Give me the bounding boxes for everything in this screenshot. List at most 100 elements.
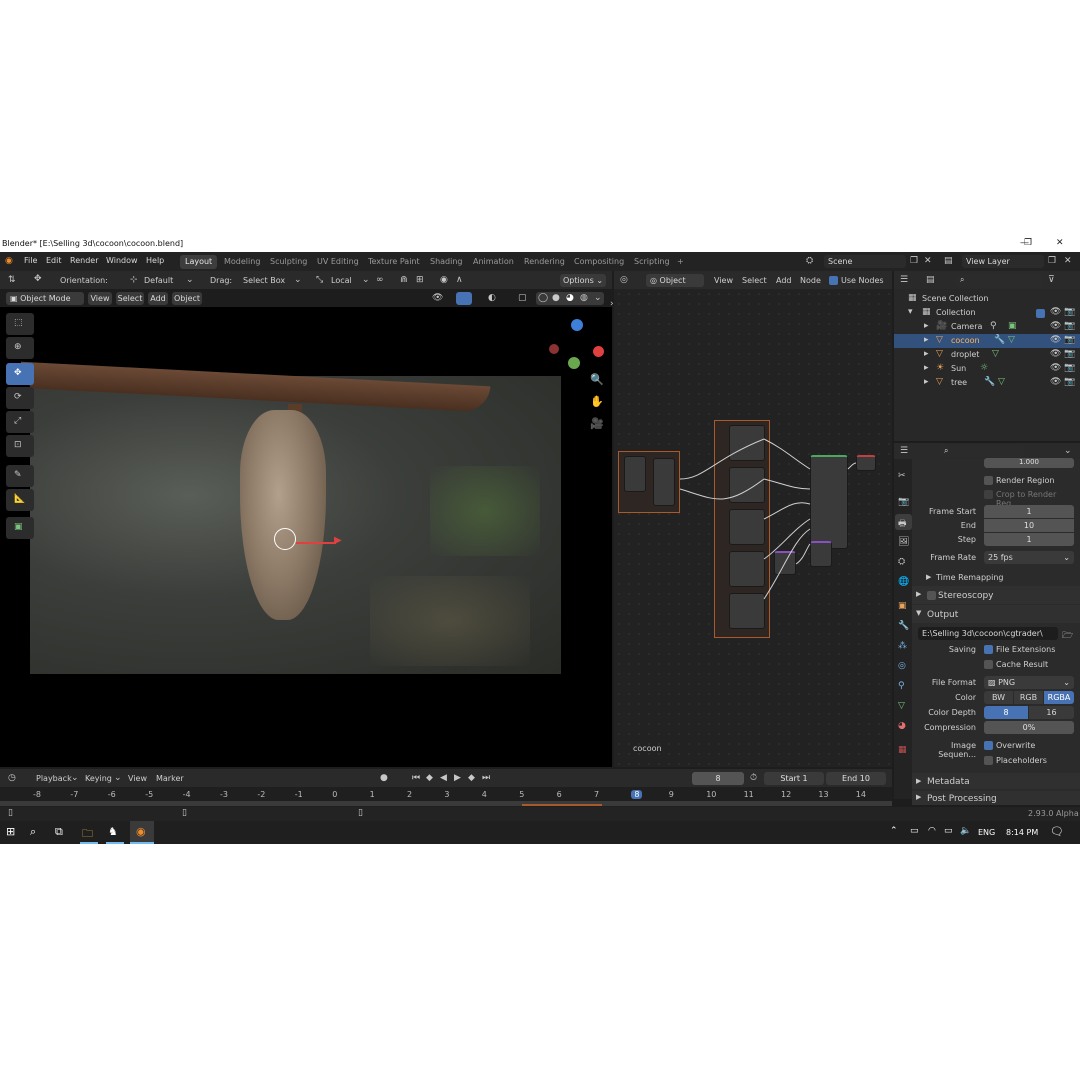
language-indicator[interactable]: ENG bbox=[978, 828, 995, 837]
scene-tab-icon[interactable]: ⛭ bbox=[898, 557, 905, 567]
frame-rate-dropdown[interactable]: 25 fps ⌄ bbox=[984, 551, 1074, 564]
tab-shading[interactable]: Shading bbox=[425, 255, 468, 269]
current-frame-indicator[interactable]: 8 bbox=[631, 790, 643, 799]
hand-icon[interactable]: ✋ bbox=[590, 395, 604, 408]
xray-icon[interactable]: ▢ bbox=[518, 293, 527, 303]
snap-target-icon[interactable]: ⊞ bbox=[416, 275, 424, 285]
menu-edit[interactable]: Edit bbox=[46, 256, 62, 265]
constraints-tab-icon[interactable]: ⚲ bbox=[898, 681, 905, 691]
tab-modeling[interactable]: Modeling bbox=[219, 255, 265, 269]
render-region-checkbox[interactable] bbox=[984, 476, 993, 485]
current-frame-field[interactable]: 8 bbox=[692, 772, 744, 785]
pivot-dropdown[interactable]: Local bbox=[331, 276, 352, 285]
mode-dropdown[interactable]: ▣ Object Mode bbox=[6, 292, 84, 305]
tab-animation[interactable]: Animation bbox=[468, 255, 519, 269]
close-button[interactable]: ✕ bbox=[1056, 238, 1064, 248]
menu-select[interactable]: Select bbox=[116, 292, 144, 305]
compression-slider[interactable]: 0% bbox=[984, 721, 1074, 734]
rendered-shading-icon[interactable]: ◍ bbox=[580, 293, 588, 303]
remove-view-layer-icon[interactable]: ✕ bbox=[1064, 256, 1072, 266]
eye-icon[interactable]: 👁 bbox=[1050, 349, 1061, 359]
properties-search-input[interactable]: ⌕ bbox=[940, 445, 1024, 457]
cursor-tool[interactable]: ⊕ bbox=[6, 337, 34, 359]
frame-end-field[interactable]: 10 bbox=[984, 519, 1074, 532]
app-icon[interactable]: ♞ bbox=[108, 825, 118, 838]
tab-sculpting[interactable]: Sculpting bbox=[265, 255, 312, 269]
stereoscopy-checkbox[interactable] bbox=[927, 591, 936, 600]
menu-render[interactable]: Render bbox=[70, 256, 98, 265]
menu-add[interactable]: Add bbox=[148, 292, 168, 305]
properties-editor-icon[interactable]: ☰ bbox=[900, 446, 908, 456]
collection-row[interactable]: ▾ ▦ Collection 👁 📷 bbox=[894, 306, 1080, 320]
node-menu-view[interactable]: View bbox=[714, 276, 733, 285]
blender-taskbar-button[interactable]: ◉ bbox=[130, 821, 154, 844]
menu-playback[interactable]: Playback bbox=[36, 774, 72, 783]
color-bw-button[interactable]: BW bbox=[984, 691, 1013, 704]
eye-icon[interactable]: 👁 bbox=[1050, 307, 1061, 317]
clock[interactable]: 8:14 PM bbox=[1006, 828, 1038, 837]
magnet-icon[interactable]: ⋒ bbox=[400, 275, 408, 285]
output-path-input[interactable]: E:\Selling 3d\cocoon\cgtrader\ bbox=[918, 627, 1058, 640]
viewport-3d[interactable]: ▶ ⬚ ⊕ ✥ ⟳ ⤢ ⊡ ✎ 📐 ▣ 🔍 ✋ 🎥 bbox=[0, 307, 612, 767]
snap-icon[interactable]: ∞ bbox=[376, 275, 384, 285]
remove-scene-icon[interactable]: ✕ bbox=[924, 256, 932, 266]
eye-icon[interactable]: 👁 bbox=[1050, 377, 1061, 387]
color-rgba-button[interactable]: RGBA bbox=[1044, 691, 1074, 704]
material-tab-icon[interactable]: ◕ bbox=[898, 721, 906, 731]
color-rgb-button[interactable]: RGB bbox=[1014, 691, 1043, 704]
expand-icon[interactable]: ▸ bbox=[924, 349, 929, 359]
stereoscopy-panel-header[interactable]: ▶ Stereoscopy bbox=[912, 586, 1080, 604]
expand-icon[interactable]: ▸ bbox=[924, 321, 929, 331]
blender-logo-icon[interactable]: ◉ bbox=[5, 256, 13, 266]
next-keyframe-icon[interactable]: ◆ bbox=[468, 773, 475, 783]
stopwatch-icon[interactable]: ⏱ bbox=[750, 773, 757, 783]
render-camera-icon[interactable]: 📷 bbox=[1064, 335, 1075, 345]
tab-scripting[interactable]: Scripting bbox=[629, 255, 675, 269]
tab-uv-editing[interactable]: UV Editing bbox=[312, 255, 364, 269]
view-layer-tab-icon[interactable]: 🖼 bbox=[898, 537, 909, 547]
outliner-search-input[interactable]: ⌕ bbox=[956, 274, 1042, 287]
render-camera-icon[interactable]: 📷 bbox=[1064, 363, 1075, 373]
overlay-icon[interactable]: ◐ bbox=[488, 293, 496, 303]
neg-x-axis-ball[interactable] bbox=[549, 344, 559, 354]
render-tab-icon[interactable]: 📷 bbox=[898, 497, 909, 507]
annotate-tool[interactable]: ✎ bbox=[6, 465, 34, 487]
color-depth-8-button[interactable]: 8 bbox=[984, 706, 1028, 719]
add-workspace-button[interactable]: + bbox=[672, 255, 689, 269]
tab-compositing[interactable]: Compositing bbox=[569, 255, 629, 269]
crop-checkbox[interactable] bbox=[984, 490, 993, 499]
file-extensions-checkbox[interactable] bbox=[984, 645, 993, 654]
eye-icon[interactable]: 👁 bbox=[1050, 321, 1061, 331]
outliner-item-camera[interactable]: ▸ 🎥 Camera ⚲ ▣ 👁 📷 bbox=[894, 320, 1080, 334]
modifier-tab-icon[interactable]: 🔧 bbox=[898, 621, 909, 631]
render-camera-icon[interactable]: 📷 bbox=[1064, 349, 1075, 359]
y-axis-ball[interactable] bbox=[568, 357, 580, 369]
expand-icon[interactable]: ▸ bbox=[924, 377, 929, 387]
outliner-item-sun[interactable]: ▸ ☀ Sun ☼ 👁 📷 bbox=[894, 362, 1080, 376]
wireframe-shading-icon[interactable]: ◯ bbox=[538, 293, 548, 303]
tab-rendering[interactable]: Rendering bbox=[519, 255, 570, 269]
step-field[interactable]: 1 bbox=[984, 533, 1074, 546]
wifi-icon[interactable]: ◠ bbox=[928, 826, 936, 836]
tool-tab-icon[interactable]: ✂ bbox=[898, 471, 906, 481]
outliner-item-droplet[interactable]: ▸ ▽ droplet ▽ 👁 📷 bbox=[894, 348, 1080, 362]
expand-icon[interactable]: ▶ bbox=[926, 573, 931, 581]
object-tab-icon[interactable]: ▣ bbox=[898, 601, 907, 611]
chevron-up-icon[interactable]: ⌃ bbox=[890, 826, 898, 836]
render-camera-icon[interactable]: 📷 bbox=[1064, 377, 1075, 387]
search-icon[interactable]: ⌕ bbox=[30, 825, 36, 839]
eye-icon[interactable]: 👁 bbox=[1050, 335, 1061, 345]
eye-icon[interactable]: 👁 bbox=[1050, 363, 1061, 373]
prev-keyframe-icon[interactable]: ◆ bbox=[426, 773, 433, 783]
cache-result-checkbox[interactable] bbox=[984, 660, 993, 669]
options-dropdown[interactable]: Options ⌄ bbox=[560, 274, 606, 287]
menu-window[interactable]: Window bbox=[106, 256, 138, 265]
use-nodes-checkbox[interactable] bbox=[829, 276, 838, 285]
tab-texture-paint[interactable]: Texture Paint bbox=[363, 255, 425, 269]
expand-icon[interactable]: ▾ bbox=[908, 307, 913, 317]
x-axis-ball[interactable] bbox=[593, 346, 604, 357]
node-type-dropdown[interactable]: ◎ Object bbox=[646, 274, 704, 287]
post-processing-panel-header[interactable]: ▶ Post Processing bbox=[912, 791, 1080, 805]
object-origin-circle[interactable] bbox=[274, 528, 296, 550]
material-shading-icon[interactable]: ◕ bbox=[566, 293, 574, 303]
